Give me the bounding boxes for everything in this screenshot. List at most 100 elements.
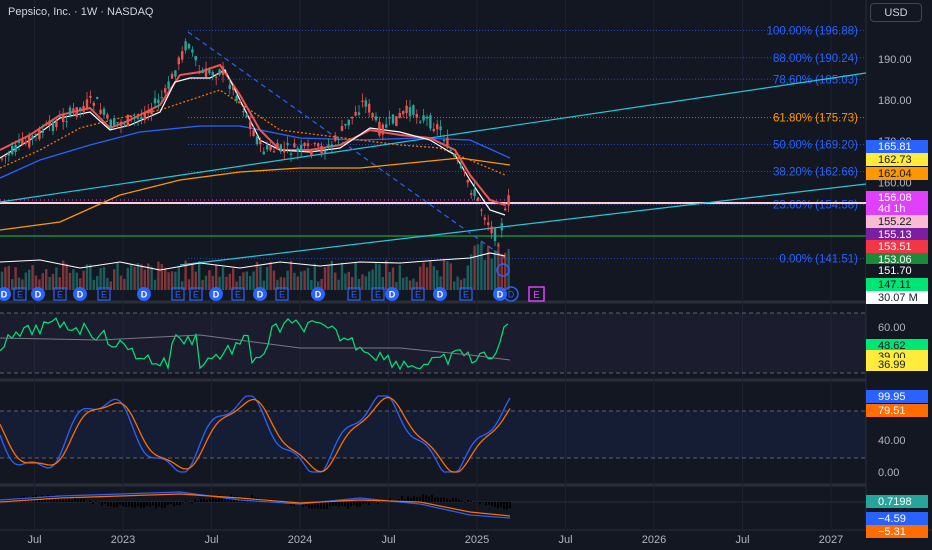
osc3-histogram-bar [467, 500, 469, 502]
currency-button[interactable]: USD [870, 3, 922, 22]
osc3-histogram-bar [491, 502, 493, 507]
chart-canvas[interactable]: 190.00180.00170.00160.00100.00% (196.88)… [0, 0, 932, 550]
candle-body [68, 107, 72, 116]
candle-body [303, 142, 306, 147]
volume-bar [306, 267, 310, 290]
volume-bar [269, 261, 272, 290]
volume-bar [11, 279, 14, 290]
volume-bar [225, 276, 228, 290]
candle-body [41, 130, 44, 133]
candle-body [293, 143, 296, 148]
osc3-histogram-bar [476, 502, 478, 503]
volume-bar [160, 263, 163, 290]
candle-body [310, 149, 313, 156]
volume-bar [65, 263, 68, 290]
price-tag-label: 155.22 [878, 216, 912, 228]
volume-bar [286, 270, 289, 290]
osc3-histogram-bar [143, 502, 145, 508]
price-tag-label: 165.81 [878, 141, 912, 153]
osc3-histogram-bar [152, 502, 154, 506]
osc3-histogram-bar [317, 502, 319, 509]
candle-body [490, 226, 493, 234]
osc2-axis-label: 0.00 [878, 467, 899, 479]
volume-bar [143, 269, 146, 290]
price-axis-label: 190.00 [878, 54, 912, 66]
osc3-histogram-bar [500, 502, 502, 508]
volume-bar [425, 267, 429, 290]
candle-body [187, 43, 191, 49]
candle-body [442, 139, 446, 142]
osc3-histogram-bar [20, 497, 22, 502]
osc3-histogram-bar [353, 502, 355, 505]
osc3-histogram-bar [416, 497, 418, 502]
candle-body [436, 124, 439, 130]
candle-body [31, 135, 34, 139]
volume-bar [48, 276, 51, 290]
osc3-histogram-bar [347, 502, 349, 509]
volume-bar [259, 266, 262, 290]
candle-body [75, 107, 78, 117]
price-tag-label: 151.70 [878, 265, 912, 277]
time-axis-label: 2023 [111, 534, 135, 546]
event-marker: D [73, 287, 87, 301]
volume-bar [432, 266, 435, 290]
osc3-histogram-bar [200, 498, 202, 502]
candle-body [238, 100, 242, 102]
volume-bar [374, 263, 378, 290]
candle-body [160, 97, 163, 99]
osc3-histogram-bar [422, 494, 424, 502]
event-marker: D [31, 287, 45, 301]
osc3-histogram-bar [479, 502, 481, 505]
volume-bar [493, 250, 497, 290]
candle-body [102, 108, 106, 115]
time-axis-label: Jul [735, 534, 749, 546]
symbol-title[interactable]: Pepsico, Inc. · 1W · NASDAQ [8, 6, 153, 18]
osc3-histogram-bar [125, 502, 127, 507]
candle-body [361, 100, 364, 102]
volume-bar [130, 265, 133, 290]
volume-bar [41, 273, 44, 290]
trend-line-lower [179, 183, 867, 266]
volume-bar [408, 280, 412, 290]
volume-bar [113, 269, 116, 290]
volume-bar [266, 267, 269, 290]
volume-bar [204, 275, 208, 290]
candle-body [320, 145, 323, 153]
osc1-axis-label: 60.00 [878, 322, 906, 334]
osc3-histogram-bar [494, 502, 496, 507]
candle-body [357, 112, 361, 115]
osc3-histogram-bar [107, 502, 109, 507]
volume-bar [221, 267, 225, 290]
candle-body [235, 95, 238, 101]
volume-bar [126, 267, 129, 290]
candle-body [480, 209, 483, 211]
earnings-marker-label: E [279, 290, 285, 300]
osc3-histogram-bar [464, 502, 466, 503]
fib-level-label: 50.00% (169.20) [773, 139, 858, 151]
candle-body [85, 99, 89, 109]
moving-average-slow [0, 69, 506, 216]
dividend-marker-label: D [315, 290, 322, 300]
osc3-histogram-bar [194, 499, 196, 502]
candle-body [48, 120, 51, 126]
osc3-histogram-bar [509, 502, 511, 509]
candle-body [330, 144, 333, 148]
volume-bar [398, 265, 401, 290]
candle-body [150, 107, 153, 115]
candle-body [449, 150, 452, 152]
volume-bar [504, 252, 507, 290]
candle-body [62, 114, 65, 122]
osc3-histogram-bar [137, 502, 139, 507]
candle-body [215, 76, 218, 78]
osc3-histogram-bar [320, 502, 322, 510]
earnings-marker-label: E [57, 290, 63, 300]
volume-bar [313, 263, 316, 290]
candle-body [493, 227, 497, 242]
time-axis-label: 2026 [642, 534, 666, 546]
volume-bar [245, 271, 248, 290]
candle-body [143, 113, 146, 121]
candle-body [82, 105, 85, 112]
osc3-histogram-bar [413, 496, 415, 502]
dividend-marker-label: D [213, 290, 220, 300]
candle-body [483, 217, 486, 220]
